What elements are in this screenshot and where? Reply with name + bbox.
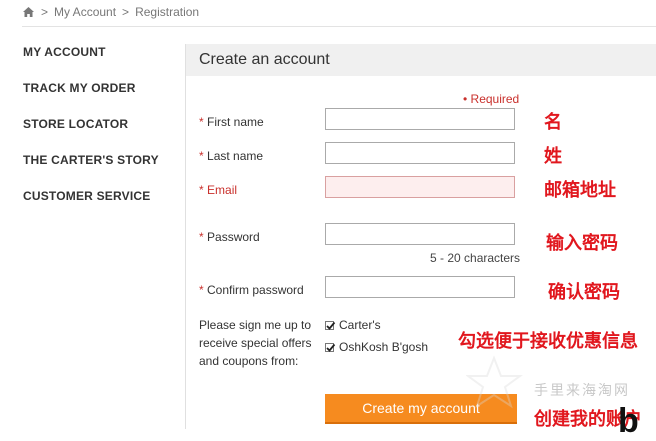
confirm-password-field[interactable] xyxy=(325,276,515,298)
carters-checkbox-label[interactable]: Carter's xyxy=(339,318,381,332)
annotation-email: 邮箱地址 xyxy=(544,180,616,201)
oshkosh-checkbox-row[interactable]: OshKosh B'gosh xyxy=(325,340,428,354)
confirm-password-label-text: Confirm password xyxy=(207,283,304,297)
sidebar-item-carters-story[interactable]: THE CARTER'S STORY xyxy=(23,152,173,188)
carters-checkbox-row[interactable]: Carter's xyxy=(325,318,381,332)
breadcrumb-separator: > xyxy=(122,5,130,19)
first-name-field[interactable] xyxy=(325,108,515,130)
required-star: * xyxy=(199,283,204,297)
annotation-confirm-password: 确认密码 xyxy=(548,282,620,303)
required-star: * xyxy=(199,149,204,163)
breadcrumb-separator: > xyxy=(41,5,49,19)
sidebar: MY ACCOUNT TRACK MY ORDER STORE LOCATOR … xyxy=(23,44,173,224)
sidebar-item-track-my-order[interactable]: TRACK MY ORDER xyxy=(23,80,173,116)
required-note: • Required xyxy=(463,92,520,106)
first-name-label-text: First name xyxy=(207,115,264,129)
password-field[interactable] xyxy=(325,223,515,245)
email-field[interactable] xyxy=(325,176,515,198)
home-icon[interactable] xyxy=(22,6,35,18)
password-label: * Password xyxy=(199,230,260,244)
annotation-checkbox: 勾选便于接收优惠信息 xyxy=(458,331,638,352)
annotation-password: 输入密码 xyxy=(546,233,618,254)
required-star: * xyxy=(199,115,204,129)
breadcrumb-registration: Registration xyxy=(135,5,200,19)
confirm-password-label: * Confirm password xyxy=(199,283,304,297)
required-star: * xyxy=(199,183,204,197)
sidebar-item-customer-service[interactable]: CUSTOMER SERVICE xyxy=(23,188,173,224)
oshkosh-checkbox-label[interactable]: OshKosh B'gosh xyxy=(339,340,428,354)
last-name-label: * Last name xyxy=(199,149,263,163)
signup-text: Please sign me up to receive special off… xyxy=(199,318,312,368)
email-label-text: Email xyxy=(207,183,238,197)
breadcrumb: > My Account > Registration xyxy=(22,4,199,20)
checkmark-icon xyxy=(326,321,336,330)
page-title: Create an account xyxy=(186,44,656,76)
watermark-text: 手里来海淘网 xyxy=(534,383,630,399)
required-star: * xyxy=(199,230,204,244)
last-name-label-text: Last name xyxy=(207,149,264,163)
annotation-last-name: 姓 xyxy=(544,146,562,167)
password-hint: 5 - 20 characters xyxy=(430,251,521,265)
carters-checkbox[interactable] xyxy=(325,320,336,330)
checkmark-icon xyxy=(326,343,336,352)
breadcrumb-my-account[interactable]: My Account xyxy=(54,5,116,19)
email-label: * Email xyxy=(199,183,237,197)
sidebar-item-my-account[interactable]: MY ACCOUNT xyxy=(23,44,173,80)
sidebar-item-store-locator[interactable]: STORE LOCATOR xyxy=(23,116,173,152)
divider xyxy=(22,26,656,27)
corner-glyph: b xyxy=(618,402,639,440)
oshkosh-checkbox[interactable] xyxy=(325,342,336,352)
password-label-text: Password xyxy=(207,230,260,244)
first-name-label: * First name xyxy=(199,115,264,129)
last-name-field[interactable] xyxy=(325,142,515,164)
annotation-first-name: 名 xyxy=(544,112,562,133)
